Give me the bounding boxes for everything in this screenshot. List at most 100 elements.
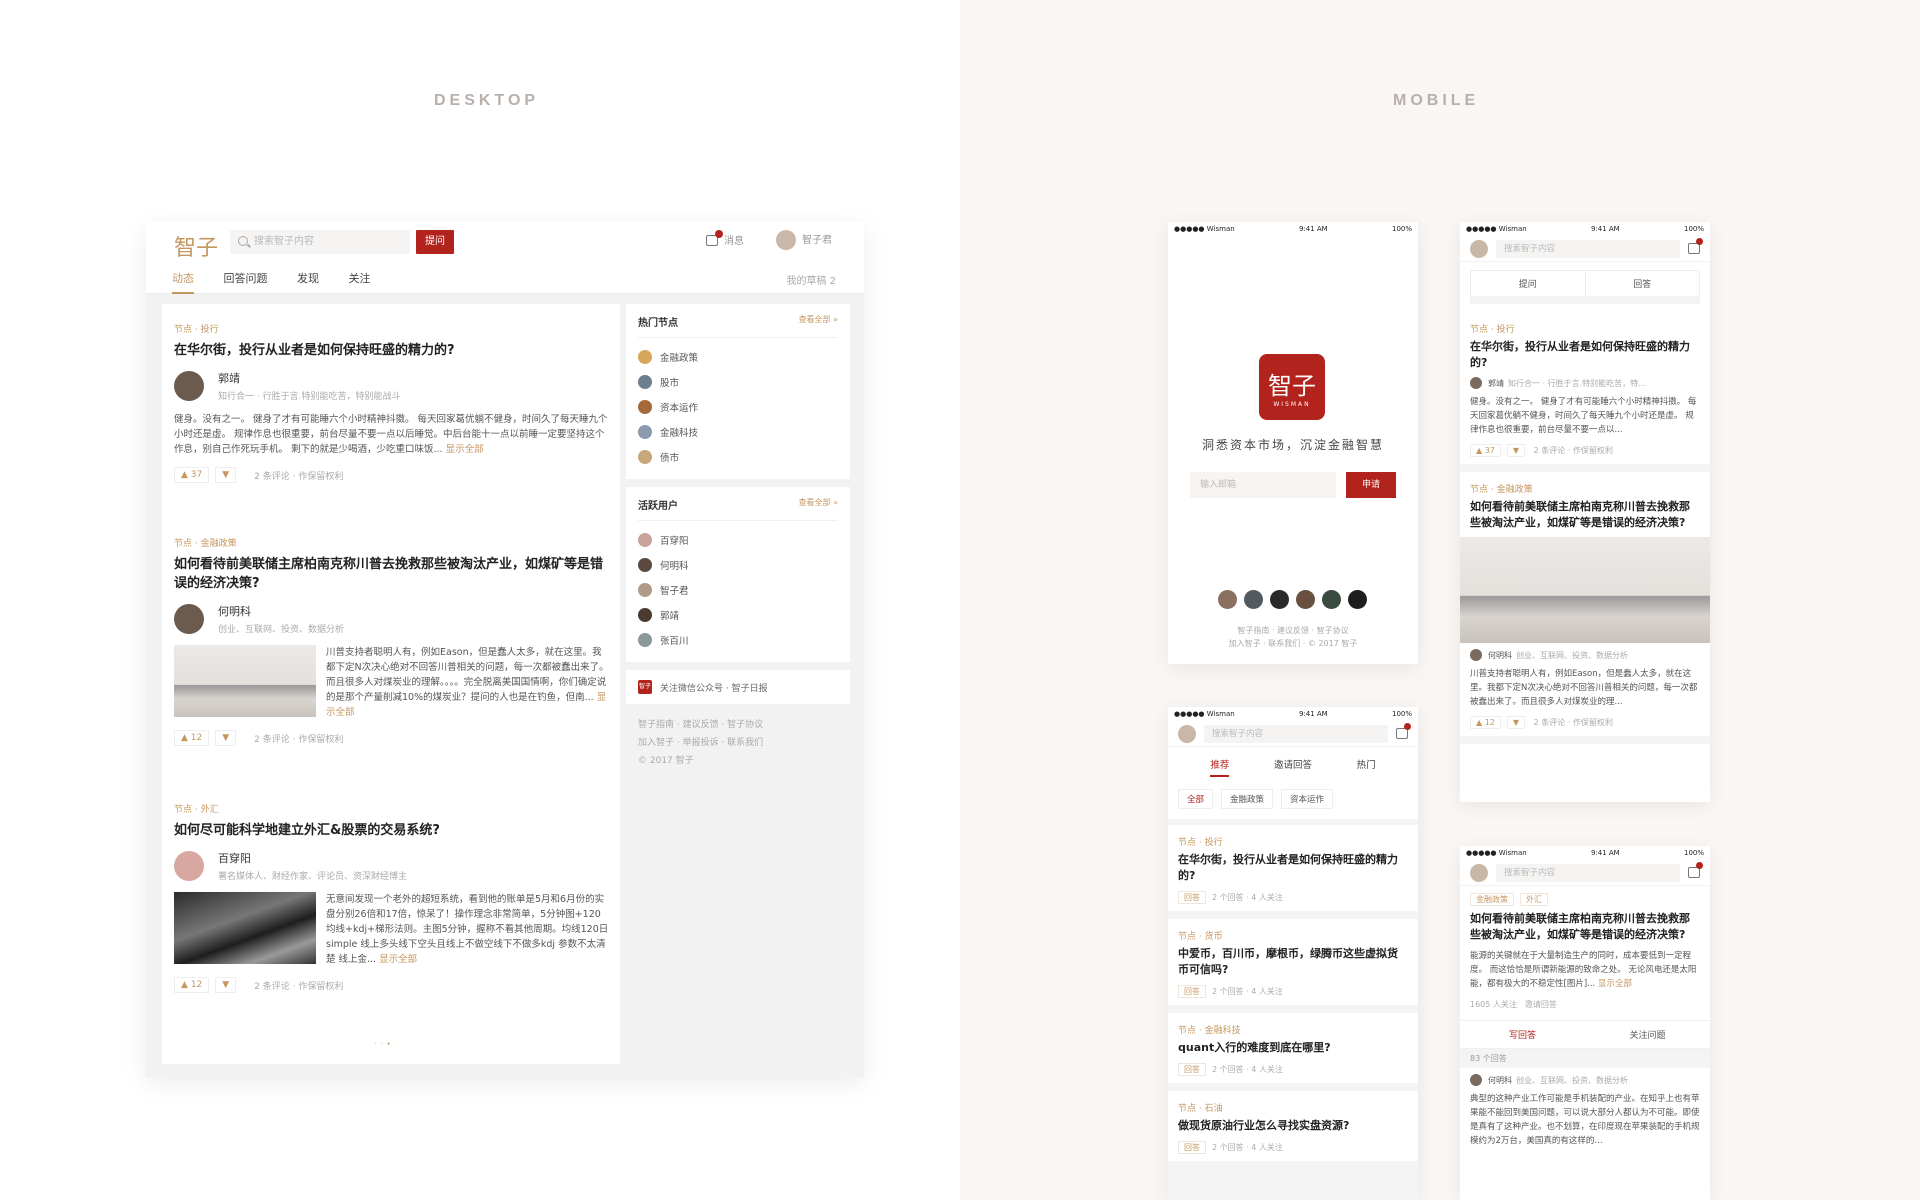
write-answer-button[interactable]: 写回答 [1460,1021,1585,1048]
pagination-dots[interactable]: · · · [374,1039,391,1050]
downvote-button[interactable]: ▼ [215,467,237,483]
author: 何明科 创业、互联网、投资、数据分析 [174,603,610,635]
drafts-link[interactable]: 我的草稿 2 [786,272,836,287]
search-icon [238,236,248,246]
question-item[interactable]: 节点 · 投行 在华尔街，投行从业者是如何保持旺盛的精力的? 回答 2 个回答 · 4… [1168,825,1418,919]
question-image[interactable] [1460,537,1710,643]
logo[interactable]: 智子 [174,230,218,262]
author-bio: 著名媒体人、财经作家、评论员、资深财经博主 [218,872,408,882]
avatar[interactable] [1470,239,1488,258]
follow-wechat[interactable]: 智子 关注微信公众号 · 智子日报 [626,670,850,704]
user-item[interactable]: 郭靖 [638,602,838,627]
question-title[interactable]: 如何尽可能科学地建立外汇&股票的交易系统? [174,821,610,840]
tab-feed[interactable]: 动态 [172,270,194,294]
upvote-button[interactable]: ▲ 12 [174,730,210,746]
comment-meta[interactable]: 2 条评论 · 作保留权利 [254,979,343,992]
upvote-button[interactable]: ▲ 37 [174,467,210,483]
node-tag[interactable]: 金融政策 [1470,893,1514,906]
thumbnail-image[interactable] [174,645,316,717]
ask-button[interactable]: 提问 [1471,271,1585,296]
desktop-label: DESKTOP [434,92,540,109]
search-input[interactable]: 搜索智子内容 [230,230,410,254]
view-all-link[interactable]: 查看全部 » [799,497,838,512]
chip-node[interactable]: 金融政策 [1221,789,1274,809]
node-item[interactable]: 股市 [638,369,838,394]
answer-button[interactable]: 回答 [1178,985,1206,998]
notification-icon[interactable] [1688,862,1703,878]
answer-button[interactable]: 回答 [1584,271,1700,296]
answer-excerpt[interactable]: 典型的这种产业工作可能是手机装配的产业。在知乎上也有苹果能不能回到美国问题，可以… [1470,1092,1700,1148]
chip-node[interactable]: 资本运作 [1281,789,1334,809]
question-title[interactable]: 在华尔街，投行从业者是如何保持旺盛的精力的? [174,341,610,360]
user-item[interactable]: 百穿阳 [638,527,838,552]
email-input[interactable]: 输入邮箱 [1190,472,1336,498]
search-input[interactable]: 搜索智子内容 [1496,239,1680,258]
avatar[interactable] [174,851,204,881]
avatar[interactable] [1470,863,1488,882]
node-tag[interactable]: 外汇 [1520,893,1548,906]
show-more-link[interactable]: 显示全部 [446,444,484,455]
avatar[interactable] [1178,724,1196,743]
show-more-link[interactable]: 显示全部 [1598,979,1632,989]
search-input[interactable]: 搜索智子内容 [1204,724,1388,743]
sidebar: 热门节点 查看全部 » 金融政策 股市 资本运作 金融科技 债市 活跃用户 查看全部… [626,304,850,774]
avatar[interactable] [174,371,204,401]
avatar[interactable] [174,604,204,634]
node-tag[interactable]: 节点 · 金融政策 [174,536,610,549]
upvote-button[interactable]: ▲ 37 [1470,444,1501,457]
site-footer: 智子指南 · 建议反馈 · 智子协议 加入智子 · 举报投诉 · 联系我们 © … [638,720,764,766]
apply-button[interactable]: 申请 [1346,472,1396,498]
question-item[interactable]: 节点 · 石油 做现货原油行业怎么寻找实盘资源? 回答 2 个回答 · 4 人关注 [1168,1091,1418,1169]
node-item[interactable]: 资本运作 [638,394,838,419]
answer-button[interactable]: 回答 [1178,1141,1206,1154]
show-more-link[interactable]: 显示全部 [379,954,417,965]
user-item[interactable]: 智子君 [638,577,838,602]
downvote-button[interactable]: ▼ [1506,716,1526,729]
downvote-button[interactable]: ▼ [215,730,237,746]
question-item[interactable]: 节点 · 金融科技 quant入行的难度到底在哪里? 回答 2 个回答 · 4 人关注 [1168,1013,1418,1091]
comment-meta[interactable]: 2 条评论 · 作保留权利 [254,469,343,482]
follow-question-button[interactable]: 关注问题 [1585,1021,1710,1048]
answer-button[interactable]: 回答 [1178,891,1206,904]
node-item[interactable]: 金融政策 [638,344,838,369]
hot-nodes: 热门节点 查看全部 » 金融政策 股市 资本运作 金融科技 债市 [626,304,850,479]
comment-meta[interactable]: 2 条评论 · 作保留权利 [254,732,343,745]
upvote-button[interactable]: ▲ 12 [1470,716,1501,729]
node-tag[interactable]: 节点 · 外汇 [174,802,610,815]
tab-recommend[interactable]: 推荐 [1210,757,1230,777]
tab-following[interactable]: 关注 [349,270,371,292]
node-item[interactable]: 债市 [638,444,838,469]
question-item[interactable]: 节点 · 货币 中爱币，百川币，摩根币，绿腾币这些虚拟货币可信吗? 回答 2 个回答 … [1168,919,1418,1013]
answer-button[interactable]: 回答 [1178,1063,1206,1076]
invite-answer-button[interactable]: 邀请回答 [1525,1000,1557,1009]
author-name[interactable]: 郭靖 [218,370,400,386]
node-tag[interactable]: 节点 · 投行 [174,322,610,335]
tab-invited[interactable]: 邀请回答 [1274,757,1312,777]
tab-answer[interactable]: 回答问题 [224,270,268,292]
detail-actions: 写回答 关注问题 [1460,1020,1710,1049]
view-all-link[interactable]: 查看全部 » [799,314,838,329]
chip-all[interactable]: 全部 [1178,789,1214,809]
answer-tabs: 推荐 邀请回答 热门 [1168,747,1418,783]
tab-hot[interactable]: 热门 [1357,757,1376,777]
upvote-button[interactable]: ▲ 12 [174,977,210,993]
notification-icon[interactable] [1396,723,1411,739]
user-item[interactable]: 张百川 [638,627,838,652]
question-title[interactable]: 在华尔街，投行从业者是如何保持旺盛的精力的? [1470,339,1700,371]
notification-icon[interactable] [1688,238,1703,254]
user-item[interactable]: 何明科 [638,552,838,577]
node-item[interactable]: 金融科技 [638,419,838,444]
question-title[interactable]: 如何看待前美联储主席柏南克称川普去挽救那些被淘汰产业，如煤矿等是错误的经济决策? [174,555,610,593]
thumbnail-image[interactable] [174,892,316,964]
downvote-button[interactable]: ▼ [1506,444,1526,457]
question-title[interactable]: 如何看待前美联储主席柏南克称川普去挽救那些被淘汰产业，如煤矿等是错误的经济决策? [1470,499,1700,531]
downvote-button[interactable]: ▼ [215,977,237,993]
answer-count: 83 个回答 [1460,1049,1710,1068]
author-name[interactable]: 何明科 [218,603,344,619]
tab-discover[interactable]: 发现 [297,270,319,292]
ask-button[interactable]: 提问 [416,230,454,254]
user-menu[interactable]: 智子君 [776,230,832,252]
messages-link[interactable]: 消息 [706,230,744,247]
search-input[interactable]: 搜索智子内容 [1496,863,1680,882]
author-name[interactable]: 百穿阳 [218,850,407,866]
